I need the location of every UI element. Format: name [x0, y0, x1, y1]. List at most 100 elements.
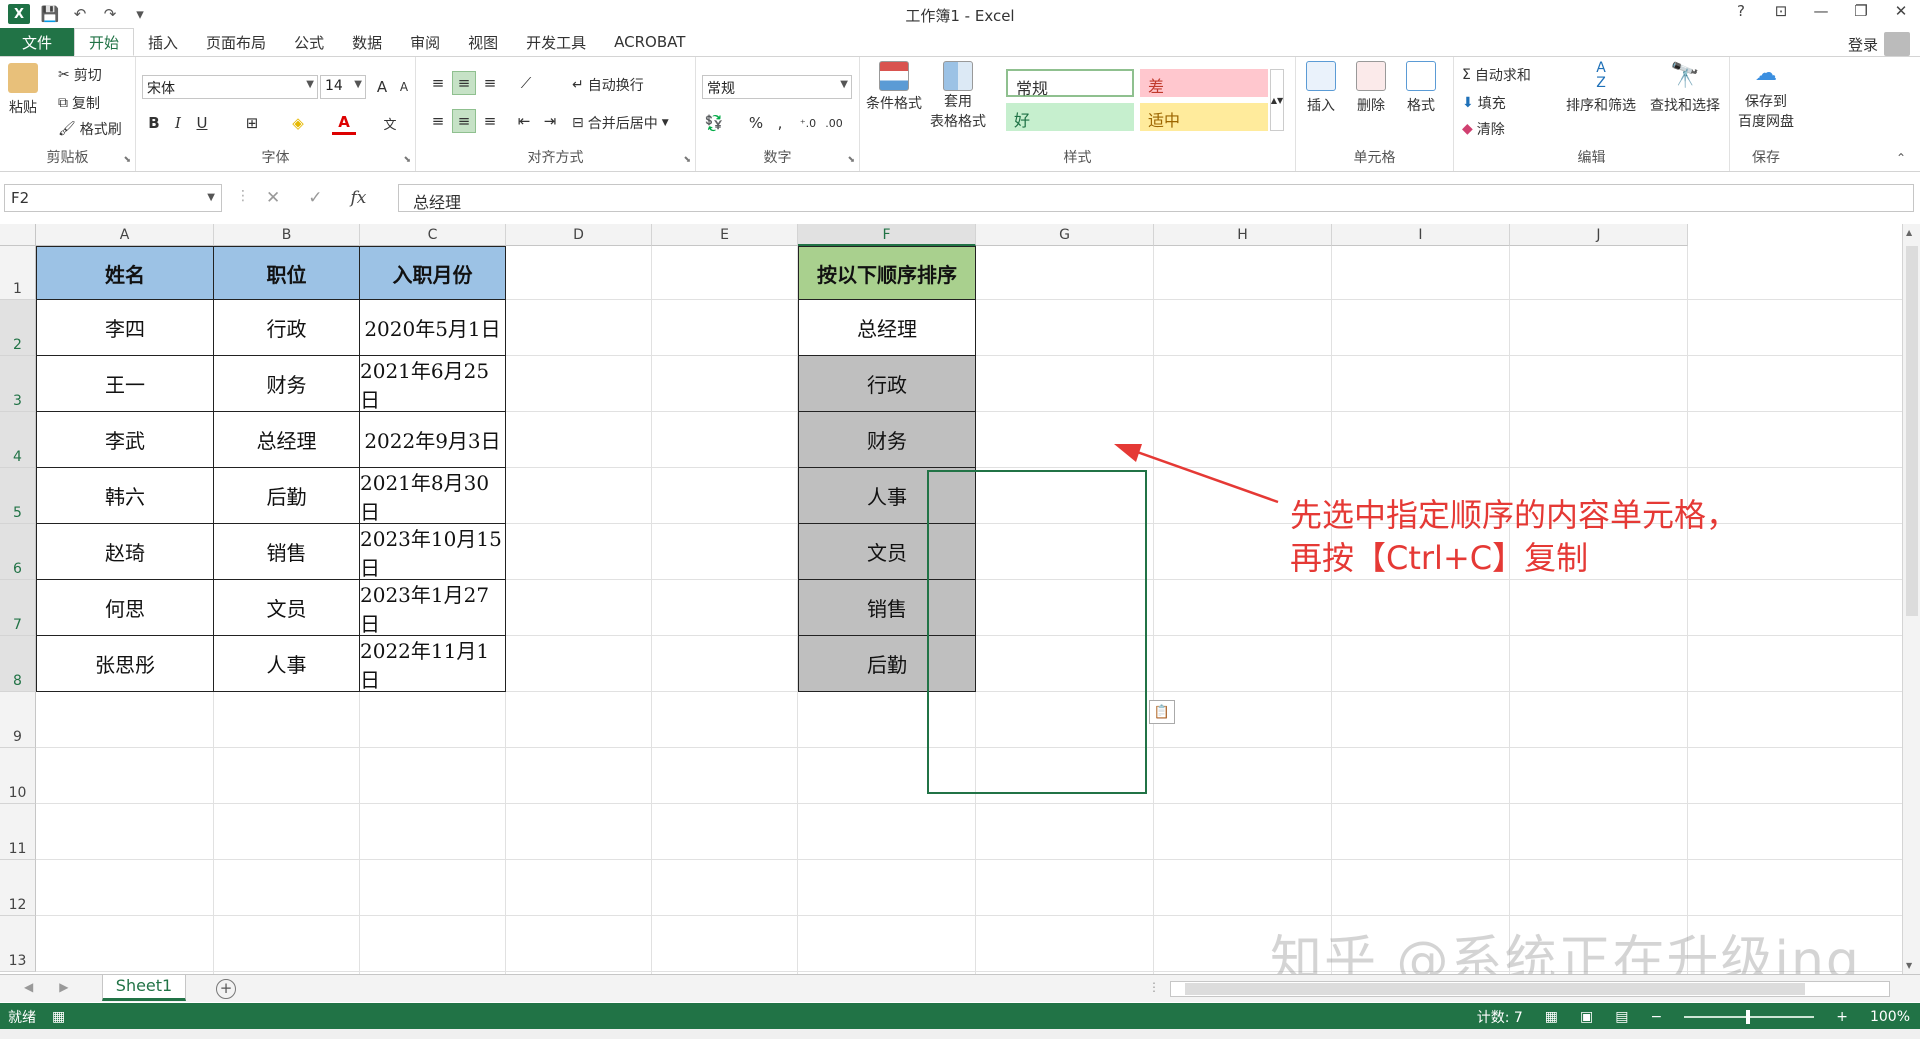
row-header-8[interactable]: 8	[0, 636, 36, 692]
table-header-cell[interactable]: 职位	[214, 246, 360, 300]
align-right-icon[interactable]: ≡	[478, 109, 502, 133]
table-cell[interactable]: 人事	[214, 636, 360, 692]
sort-filter-button[interactable]: AZ 排序和筛选	[1566, 61, 1636, 115]
sheet-tab[interactable]: Sheet1	[102, 975, 186, 1001]
split-grip-icon[interactable]: ⋮	[1148, 980, 1160, 994]
cut-button[interactable]: ✂ 剪切	[58, 65, 102, 85]
name-box[interactable]: F2 ▼	[4, 184, 222, 212]
align-middle-icon[interactable]: ≡	[452, 71, 476, 95]
collapse-ribbon-icon[interactable]: ⌃	[1896, 151, 1906, 165]
shrink-font-button[interactable]: A	[392, 75, 416, 99]
styles-scroll-icon[interactable]: ▲▼	[1270, 69, 1284, 131]
increase-indent-icon[interactable]: ⇥	[538, 109, 562, 133]
insert-function-button[interactable]: fx	[351, 188, 367, 208]
table-cell[interactable]: 销售	[214, 524, 360, 580]
dialog-launcher-icon[interactable]: ⬊	[683, 155, 691, 165]
save-to-baidu-button[interactable]: ☁ 保存到 百度网盘	[1738, 61, 1794, 131]
tab-acrobat[interactable]: ACROBAT	[600, 28, 699, 56]
align-left-icon[interactable]: ≡	[426, 109, 450, 133]
dialog-launcher-icon[interactable]: ⬊	[403, 155, 411, 165]
table-cell[interactable]: 总经理	[214, 412, 360, 468]
font-color-button[interactable]: A	[332, 111, 356, 135]
login-area[interactable]: 登录	[1848, 32, 1910, 56]
table-cell[interactable]: 后勤	[214, 468, 360, 524]
order-list-item[interactable]: 后勤	[798, 636, 976, 692]
order-list-header[interactable]: 按以下顺序排序	[798, 246, 976, 300]
horizontal-scrollbar[interactable]	[1170, 981, 1890, 997]
minimize-icon[interactable]: —	[1810, 2, 1832, 20]
row-header-3[interactable]: 3	[0, 356, 36, 412]
column-header-i[interactable]: I	[1332, 224, 1510, 246]
row-header-12[interactable]: 12	[0, 860, 36, 916]
underline-button[interactable]: U	[190, 111, 214, 135]
decrease-decimal-icon[interactable]: .00	[822, 111, 846, 135]
row-header-2[interactable]: 2	[0, 300, 36, 356]
zoom-slider[interactable]	[1684, 1010, 1815, 1024]
table-cell[interactable]: 赵琦	[36, 524, 214, 580]
column-header-b[interactable]: B	[214, 224, 360, 246]
align-top-icon[interactable]: ≡	[426, 71, 450, 95]
tab-data[interactable]: 数据	[338, 28, 396, 56]
copy-button[interactable]: ⧉ 复制	[58, 93, 100, 113]
font-size-select[interactable]: 14 ▼	[320, 75, 366, 99]
column-header-f[interactable]: F	[798, 224, 976, 246]
ribbon-display-icon[interactable]: ⊡	[1770, 2, 1792, 20]
borders-icon[interactable]: ⊞	[240, 111, 264, 135]
row-header-6[interactable]: 6	[0, 524, 36, 580]
prev-sheet-icon[interactable]: ◀	[24, 980, 33, 994]
table-header-cell[interactable]: 入职月份	[360, 246, 506, 300]
align-bottom-icon[interactable]: ≡	[478, 71, 502, 95]
paste-options-icon[interactable]: 📋	[1149, 700, 1175, 724]
help-icon[interactable]: ?	[1730, 2, 1752, 20]
clear-button[interactable]: ◆ 清除	[1462, 119, 1505, 139]
login-label[interactable]: 登录	[1848, 34, 1878, 55]
table-cell[interactable]: 2021年6月25日	[360, 356, 506, 412]
currency-icon[interactable]: 💱	[702, 111, 726, 135]
restore-icon[interactable]: ❐	[1850, 2, 1872, 20]
insert-cells-button[interactable]: 插入	[1306, 61, 1336, 115]
tab-review[interactable]: 审阅	[396, 28, 454, 56]
table-cell[interactable]: 2022年11月1日	[360, 636, 506, 692]
tab-view[interactable]: 视图	[454, 28, 512, 56]
format-as-table-button[interactable]: 套用 表格格式	[930, 61, 986, 131]
fill-color-icon[interactable]: ◈	[286, 111, 310, 135]
customize-qat-icon[interactable]: ▾	[130, 4, 150, 24]
row-header-1[interactable]: 1	[0, 246, 36, 300]
order-list-item[interactable]: 人事	[798, 468, 976, 524]
enter-icon[interactable]: ✓	[308, 188, 322, 208]
undo-icon[interactable]: ↶	[70, 4, 90, 24]
table-cell[interactable]: 李武	[36, 412, 214, 468]
table-cell[interactable]: 韩六	[36, 468, 214, 524]
save-icon[interactable]: 💾	[40, 4, 60, 24]
grow-font-button[interactable]: A	[370, 75, 394, 99]
bold-button[interactable]: B	[142, 111, 166, 135]
autosum-button[interactable]: Σ 自动求和	[1462, 65, 1531, 85]
select-all-corner[interactable]	[0, 224, 36, 246]
row-header-10[interactable]: 10	[0, 748, 36, 804]
order-list-item[interactable]: 销售	[798, 580, 976, 636]
table-cell[interactable]: 何思	[36, 580, 214, 636]
column-header-h[interactable]: H	[1154, 224, 1332, 246]
tab-home[interactable]: 开始	[74, 28, 135, 56]
tab-page-layout[interactable]: 页面布局	[192, 28, 280, 56]
vertical-scroll-thumb[interactable]	[1906, 246, 1918, 616]
zoom-in-button[interactable]: +	[1836, 1009, 1848, 1025]
fill-button[interactable]: ⬇ 填充	[1462, 93, 1506, 113]
tab-insert[interactable]: 插入	[134, 28, 192, 56]
find-select-button[interactable]: 🔭 查找和选择	[1650, 61, 1720, 115]
column-header-g[interactable]: G	[976, 224, 1154, 246]
next-sheet-icon[interactable]: ▶	[59, 980, 68, 994]
normal-view-icon[interactable]: ▦	[1545, 1009, 1558, 1025]
table-header-cell[interactable]: 姓名	[36, 246, 214, 300]
macro-record-icon[interactable]: ▦	[52, 1009, 65, 1025]
row-header-11[interactable]: 11	[0, 804, 36, 860]
order-list-item[interactable]: 总经理	[798, 300, 976, 356]
italic-button[interactable]: I	[166, 111, 190, 135]
column-header-d[interactable]: D	[506, 224, 652, 246]
table-cell[interactable]: 李四	[36, 300, 214, 356]
row-header-4[interactable]: 4	[0, 412, 36, 468]
horizontal-scroll-thumb[interactable]	[1185, 983, 1805, 995]
percent-button[interactable]: %	[744, 111, 768, 135]
font-name-select[interactable]: 宋体 ▼	[142, 75, 318, 99]
style-neutral[interactable]: 适中	[1140, 103, 1268, 131]
